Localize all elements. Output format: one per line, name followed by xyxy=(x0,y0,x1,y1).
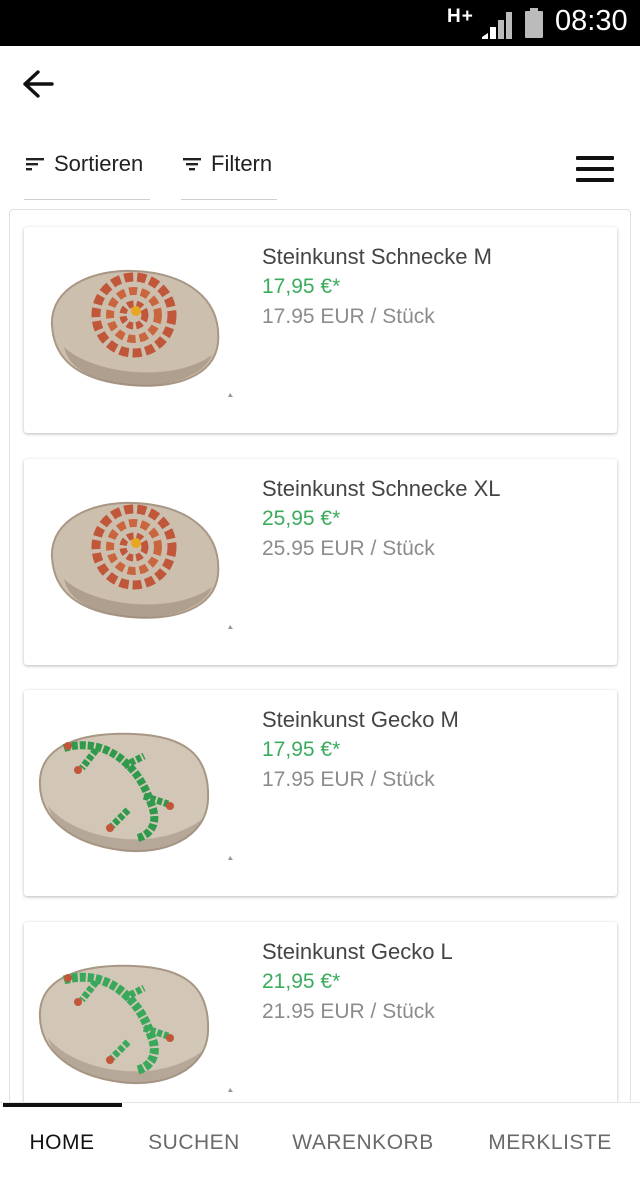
product-card[interactable]: Steinkunst Gecko M 17,95 €* 17.95 EUR / … xyxy=(24,690,617,896)
tab-cart-label: WARENKORB xyxy=(292,1130,434,1154)
sort-label: Sortieren xyxy=(54,150,144,176)
sort-button[interactable]: Sortieren xyxy=(24,146,150,200)
arrow-left-icon xyxy=(23,70,54,98)
product-name: Steinkunst Schnecke M xyxy=(262,244,492,269)
menu-icon xyxy=(576,156,614,160)
product-card[interactable]: Steinkunst Gecko L 21,95 €* 21.95 EUR / … xyxy=(24,922,617,1108)
tab-home[interactable]: HOME xyxy=(0,1103,124,1181)
sort-icon xyxy=(26,157,44,170)
status-bar: H+ 08:30 xyxy=(0,0,640,46)
clock: 08:30 xyxy=(555,5,628,37)
product-name: Steinkunst Gecko L xyxy=(262,939,453,964)
tab-cart[interactable]: WARENKORB xyxy=(278,1103,448,1181)
product-price: 17,95 €* xyxy=(262,275,341,298)
product-image-gecko xyxy=(38,732,233,860)
filter-button[interactable]: Filtern xyxy=(181,146,277,200)
menu-button[interactable] xyxy=(574,154,618,184)
product-card[interactable]: Steinkunst Schnecke XL 25,95 €* 25.95 EU… xyxy=(24,459,617,665)
product-unit-price: 21.95 EUR / Stück xyxy=(262,1000,435,1023)
tab-wishlist-label: MERKLISTE xyxy=(488,1130,612,1154)
product-name: Steinkunst Gecko M xyxy=(262,707,459,732)
product-list: Steinkunst Schnecke M 17,95 €* 17.95 EUR… xyxy=(9,209,631,1109)
product-unit-price: 17.95 EUR / Stück xyxy=(262,768,435,791)
network-type: H+ xyxy=(447,6,474,27)
product-unit-price: 17.95 EUR / Stück xyxy=(262,305,435,328)
product-unit-price: 25.95 EUR / Stück xyxy=(262,537,435,560)
product-image-gecko xyxy=(38,964,233,1092)
product-image-snail xyxy=(50,269,233,397)
bottom-nav: HOME SUCHEN WARENKORB MERKLISTE xyxy=(0,1102,640,1181)
signal-icon xyxy=(482,12,512,39)
top-bar: Sortieren Filtern xyxy=(0,46,640,210)
product-price: 25,95 €* xyxy=(262,507,341,530)
tab-home-label: HOME xyxy=(29,1130,95,1154)
tab-wishlist[interactable]: MERKLISTE xyxy=(472,1103,628,1181)
product-card[interactable]: Steinkunst Schnecke M 17,95 €* 17.95 EUR… xyxy=(24,227,617,433)
battery-icon xyxy=(525,8,543,38)
product-image-snail xyxy=(50,501,233,629)
product-price: 17,95 €* xyxy=(262,738,341,761)
tab-search-label: SUCHEN xyxy=(148,1130,240,1154)
product-price: 21,95 €* xyxy=(262,970,341,993)
back-button[interactable] xyxy=(18,66,58,102)
tab-search[interactable]: SUCHEN xyxy=(130,1103,258,1181)
filter-icon xyxy=(183,157,201,170)
product-name: Steinkunst Schnecke XL xyxy=(262,476,501,501)
filter-label: Filtern xyxy=(211,150,273,176)
